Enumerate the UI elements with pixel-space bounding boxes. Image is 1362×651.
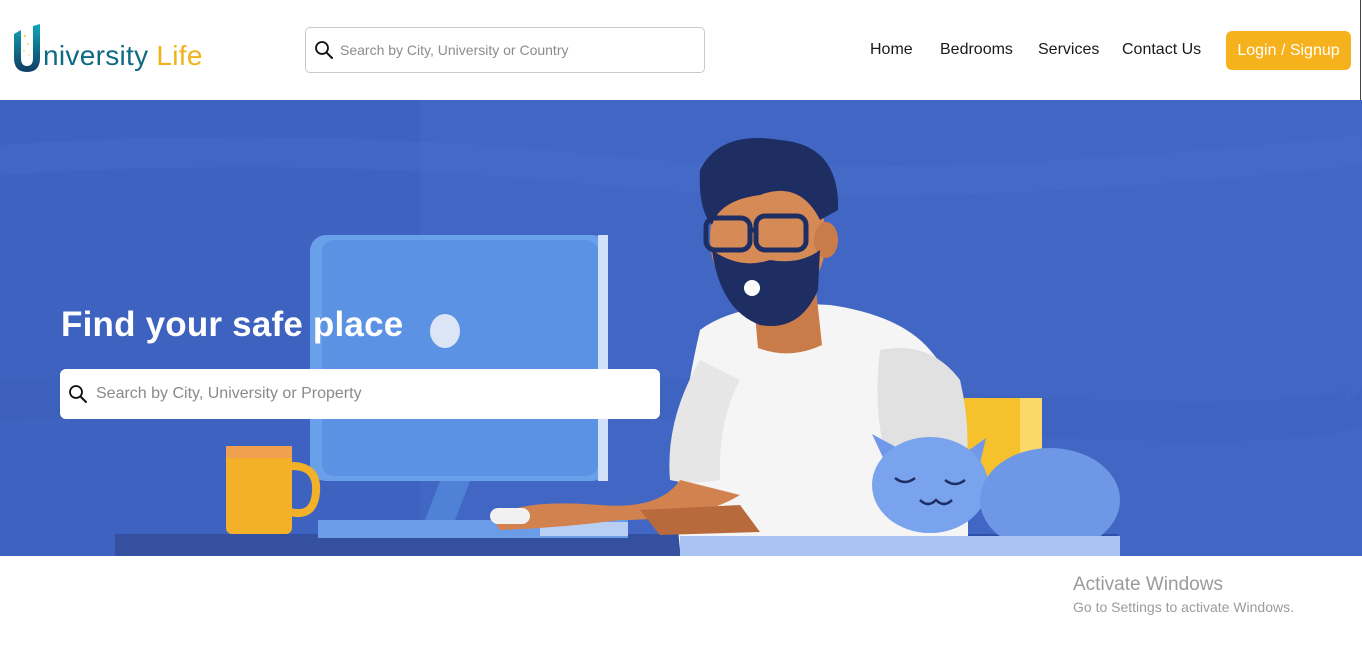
- logo-text-university: niversity: [43, 40, 149, 71]
- login-signup-button[interactable]: Login / Signup: [1226, 31, 1351, 70]
- watermark-subtitle: Go to Settings to activate Windows.: [1073, 599, 1294, 615]
- site-logo[interactable]: niversity Life: [12, 22, 203, 74]
- header-search-bar[interactable]: [305, 27, 705, 73]
- header-search-input[interactable]: [340, 42, 680, 58]
- hero-title: Find your safe place: [61, 305, 404, 344]
- site-header: niversityLife Home Bedrooms Services Con…: [0, 0, 1362, 100]
- logo-u-icon: [14, 24, 40, 72]
- logo-text-life: Life: [156, 40, 203, 71]
- nav-home[interactable]: Home: [870, 41, 913, 59]
- search-icon: [69, 385, 87, 403]
- watermark-title: Activate Windows: [1073, 574, 1223, 595]
- logo-text: niversity Life: [43, 39, 203, 73]
- hero-banner: Find your safe place: [0, 100, 1362, 556]
- nav-services[interactable]: Services: [1038, 41, 1099, 59]
- nav-contact-us[interactable]: Contact Us: [1122, 41, 1201, 59]
- nav-bedrooms[interactable]: Bedrooms: [940, 41, 1013, 59]
- activate-windows-watermark: Activate Windows Go to Settings to activ…: [1073, 574, 1294, 617]
- search-icon: [315, 41, 333, 59]
- hero-search-input[interactable]: [96, 385, 636, 403]
- hero-search-bar[interactable]: [60, 369, 660, 419]
